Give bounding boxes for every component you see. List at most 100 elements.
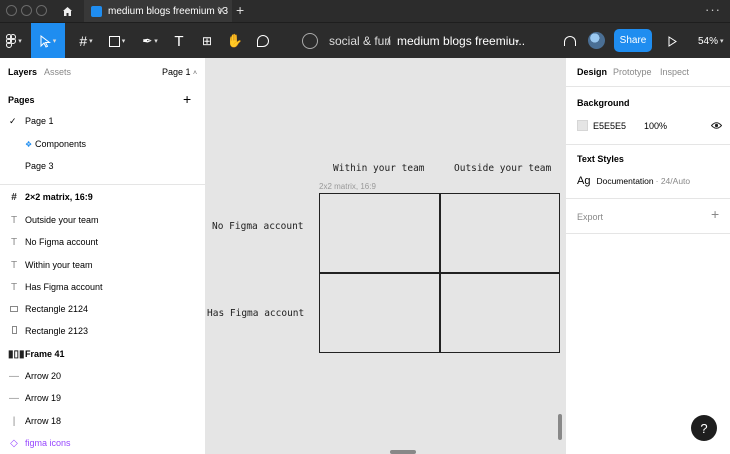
cursor-icon	[40, 34, 51, 48]
layer-label: Has Figma account	[25, 282, 103, 292]
layer-item[interactable]: ◇ figma icons	[0, 432, 206, 454]
text-icon: T	[10, 214, 18, 226]
text-icon: T	[174, 32, 184, 50]
auto-layout-icon: ▮▯▮	[8, 348, 25, 360]
divider	[0, 184, 206, 185]
pen-tool-button[interactable]: ✒ ▾	[136, 23, 164, 59]
layer-item[interactable]: T Outside your team	[0, 209, 206, 231]
text-style-item[interactable]: Ag Documentation · 24/Auto	[577, 174, 727, 188]
frame-label[interactable]: 2x2 matrix, 16:9	[319, 182, 376, 191]
page-item-page-1[interactable]: ✓ Page 1	[0, 110, 206, 132]
layer-label: Arrow 18	[25, 416, 62, 426]
window-minimize-button[interactable]	[21, 5, 32, 16]
layer-item[interactable]: T Within your team	[0, 254, 206, 276]
zoom-level: 54%	[698, 35, 719, 47]
background-heading: Background	[577, 98, 630, 108]
frame-tool-button[interactable]: # ▾	[72, 23, 100, 59]
layer-item[interactable]: | Arrow 18	[0, 410, 206, 432]
add-page-button[interactable]: +	[183, 91, 191, 107]
layer-item[interactable]: T No Figma account	[0, 231, 206, 253]
tab-prototype[interactable]: Prototype	[613, 67, 652, 77]
comment-tool-button[interactable]	[252, 23, 274, 59]
breadcrumb-file-name[interactable]: medium blogs freemiu...	[397, 23, 525, 59]
new-tab-button[interactable]: +	[236, 2, 244, 18]
layer-item[interactable]: Rectangle 2124	[0, 298, 206, 320]
canvas[interactable]: Within your team Outside your team No Fi…	[206, 58, 566, 454]
avatar[interactable]	[588, 32, 605, 49]
layer-item[interactable]: — Arrow 20	[0, 365, 206, 387]
page-selector[interactable]: Page 1 ˄	[162, 67, 197, 77]
row-header-has-figma[interactable]: Has Figma account	[207, 308, 304, 319]
column-header-outside-team[interactable]: Outside your team	[454, 163, 551, 174]
page-item-label: Components	[35, 139, 87, 149]
row-header-no-figma[interactable]: No Figma account	[212, 221, 304, 232]
share-button[interactable]: Share	[614, 29, 652, 52]
background-hex[interactable]: E5E5E5	[593, 121, 626, 131]
design-panel: Design Prototype Inspect Background E5E5…	[566, 58, 730, 454]
horizontal-scrollbar[interactable]	[390, 450, 416, 454]
text-icon: T	[10, 281, 18, 293]
matrix-horizontal-divider	[320, 272, 559, 274]
tab-inspect[interactable]: Inspect	[660, 67, 689, 77]
window-zoom-button[interactable]	[36, 5, 47, 16]
window-close-button[interactable]	[6, 5, 17, 16]
page-item-page-3[interactable]: Page 3	[0, 155, 206, 177]
tab-assets[interactable]: Assets	[44, 67, 71, 77]
present-button[interactable]	[664, 23, 680, 59]
divider	[566, 198, 730, 199]
layer-label: No Figma account	[25, 237, 99, 247]
audio-button[interactable]	[561, 23, 579, 59]
page-item-components[interactable]: ❖ Components	[0, 133, 206, 155]
more-icon[interactable]: ···	[705, 2, 721, 17]
arrow-icon: |	[12, 415, 16, 427]
add-export-button[interactable]: +	[711, 206, 719, 222]
layer-item[interactable]: Rectangle 2123	[0, 320, 206, 342]
page-selector-label: Page 1	[162, 67, 191, 77]
move-tool-button[interactable]: ▾	[31, 23, 65, 59]
layer-item[interactable]: ▮▯▮ Frame 41	[0, 343, 206, 365]
close-icon[interactable]: ✕	[217, 4, 226, 17]
text-icon: T	[10, 236, 18, 248]
team-icon-wrapper[interactable]	[302, 23, 318, 59]
layer-item[interactable]: # 2×2 matrix, 16:9	[0, 186, 206, 208]
play-icon	[668, 35, 677, 47]
rectangle-icon	[108, 35, 120, 47]
layer-label: Arrow 20	[25, 371, 62, 381]
headphones-icon	[564, 36, 576, 46]
left-panel-tabs: Layers Assets Page 1 ˄	[0, 58, 205, 85]
check-icon: ✓	[9, 115, 17, 126]
home-button[interactable]	[54, 0, 80, 22]
layer-item[interactable]: T Has Figma account	[0, 276, 206, 298]
rectangle-icon	[8, 304, 20, 315]
divider	[566, 144, 730, 145]
column-header-within-team[interactable]: Within your team	[333, 163, 425, 174]
shape-tool-button[interactable]: ▾	[103, 23, 131, 59]
layer-label: Rectangle 2124	[25, 304, 89, 314]
tab-title: medium blogs freemium v3	[108, 5, 229, 17]
resources-button[interactable]: ⊞	[196, 23, 218, 59]
zoom-control[interactable]: 54% ▾	[698, 23, 724, 59]
chevron-down-icon[interactable]: ▾	[515, 23, 519, 59]
file-tab[interactable]: medium blogs freemium v3 ✕	[84, 0, 232, 22]
text-tool-button[interactable]: T	[168, 23, 190, 59]
layer-label: Outside your team	[25, 215, 99, 225]
vertical-scrollbar[interactable]	[558, 414, 562, 440]
matrix-frame[interactable]	[319, 193, 560, 353]
main-menu-button[interactable]: ▾	[0, 23, 28, 59]
help-button[interactable]: ?	[691, 415, 717, 441]
layer-label: Arrow 19	[25, 393, 62, 403]
toolbar: ▾ ▾ # ▾ ▾ ✒ ▾ T ⊞ ✋ social & fun / medium …	[0, 22, 730, 59]
background-color-swatch[interactable]	[577, 120, 588, 131]
eye-icon[interactable]	[711, 121, 722, 130]
component-icon: ❖	[25, 139, 33, 149]
page-item-label: Page 1	[25, 116, 54, 126]
layer-item[interactable]: — Arrow 19	[0, 387, 206, 409]
tab-layers[interactable]: Layers	[8, 67, 37, 77]
background-opacity[interactable]: 100%	[644, 121, 667, 131]
layer-label: 2×2 matrix, 16:9	[25, 192, 93, 202]
page-item-label: Page 3	[25, 161, 54, 171]
layer-label: Frame 41	[25, 349, 65, 359]
tab-design[interactable]: Design	[577, 67, 607, 77]
hand-tool-button[interactable]: ✋	[224, 23, 246, 59]
breadcrumb-team[interactable]: social & fun	[329, 23, 391, 59]
